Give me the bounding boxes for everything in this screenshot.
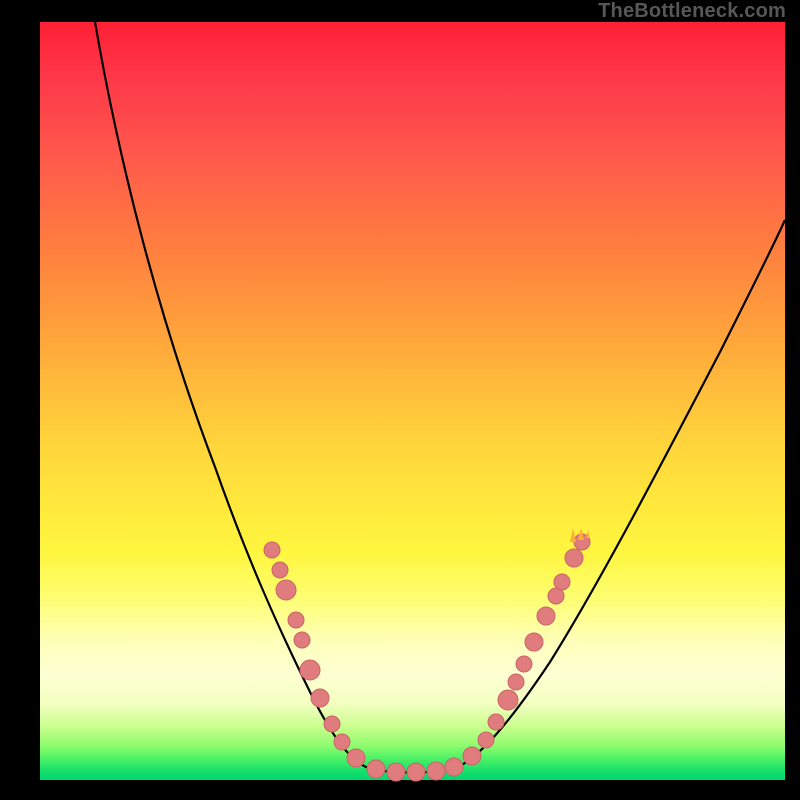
data-markers [264,534,590,781]
marker [525,633,543,651]
marker [427,762,445,780]
marker [276,580,296,600]
marker [311,689,329,707]
marker [554,574,570,590]
marker [387,763,405,781]
marker [537,607,555,625]
marker [324,716,340,732]
watermark-text: TheBottleneck.com [598,0,786,23]
marker [508,674,524,690]
left-curve-line [95,22,368,768]
marker [565,549,583,567]
marker [294,632,310,648]
marker [264,542,280,558]
marker [300,660,320,680]
marker [407,763,425,781]
marker [272,562,288,578]
chart-overlay-svg [40,22,785,780]
marker [334,734,350,750]
marker [288,612,304,628]
marker [478,732,494,748]
marker [516,656,532,672]
marker [463,747,481,765]
marker [347,749,365,767]
marker [488,714,504,730]
marker [498,690,518,710]
marker [367,760,385,778]
marker [445,758,463,776]
chart-stage: TheBottleneck.com [0,0,800,800]
right-curve-line [456,220,785,768]
